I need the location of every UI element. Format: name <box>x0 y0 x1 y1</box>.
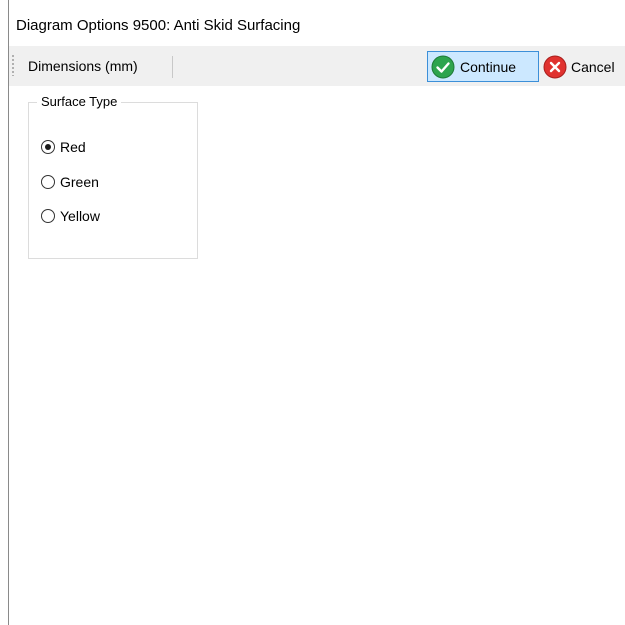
radio-option-red[interactable]: Red <box>41 139 86 155</box>
check-circle-icon <box>431 55 455 78</box>
radio-label-yellow: Yellow <box>60 208 100 224</box>
toolbar-separator <box>172 56 173 78</box>
radio-button-red[interactable] <box>41 140 55 154</box>
title-bar: Diagram Options 9500: Anti Skid Surfacin… <box>0 0 625 46</box>
radio-button-green[interactable] <box>41 175 55 189</box>
continue-button[interactable]: Continue <box>427 51 539 82</box>
window-title: Diagram Options 9500: Anti Skid Surfacin… <box>16 17 301 34</box>
window-left-border <box>8 0 9 625</box>
radio-option-green[interactable]: Green <box>41 174 99 190</box>
surface-type-group: Surface Type Red Green Yellow <box>28 94 198 259</box>
continue-label: Continue <box>460 58 517 75</box>
radio-label-green: Green <box>60 174 99 190</box>
toolbar: Dimensions (mm) Continue Cancel <box>9 46 625 86</box>
dialog-window: Diagram Options 9500: Anti Skid Surfacin… <box>0 0 625 625</box>
radio-button-yellow[interactable] <box>41 209 55 223</box>
radio-option-yellow[interactable]: Yellow <box>41 208 100 224</box>
radio-label-red: Red <box>60 139 86 155</box>
dimensions-button[interactable]: Dimensions (mm) <box>20 55 142 77</box>
toolbar-grip-handle[interactable] <box>12 54 14 76</box>
surface-type-legend: Surface Type <box>37 94 122 109</box>
cancel-label: Cancel <box>571 58 615 75</box>
cancel-button[interactable]: Cancel <box>540 51 625 82</box>
x-circle-icon <box>543 55 567 78</box>
